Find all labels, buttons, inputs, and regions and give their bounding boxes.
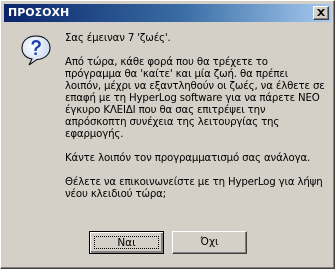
dialog-window: ΠΡΟΣΟΧΗ Σας έμειναν 7 'ζωές'. Από τώρα, …	[0, 0, 335, 269]
message-plan: Κάντε λοιπόν τον προγραμματισμό σας ανάλ…	[65, 153, 311, 164]
window-title: ΠΡΟΣΟΧΗ	[8, 6, 70, 19]
yes-button-label: Ναι	[94, 236, 159, 249]
question-icon	[20, 34, 52, 66]
message-question: Θέλετε να επικοινωνείστε με τη HyperLog …	[65, 177, 323, 200]
no-button[interactable]: Όχι	[172, 231, 247, 254]
title-bar[interactable]: ΠΡΟΣΟΧΗ	[4, 4, 331, 22]
close-icon	[317, 9, 325, 16]
message-lives-remaining: Σας έμειναν 7 'ζωές'.	[65, 33, 171, 44]
close-button[interactable]	[313, 6, 329, 20]
message-text: Σας έμειναν 7 'ζωές'. Από τώρα, κάθε φορ…	[65, 33, 327, 213]
yes-button[interactable]: Ναι	[89, 231, 164, 254]
message-explanation: Από τώρα, κάθε φορά που θα τρέχετε το πρ…	[65, 57, 325, 140]
